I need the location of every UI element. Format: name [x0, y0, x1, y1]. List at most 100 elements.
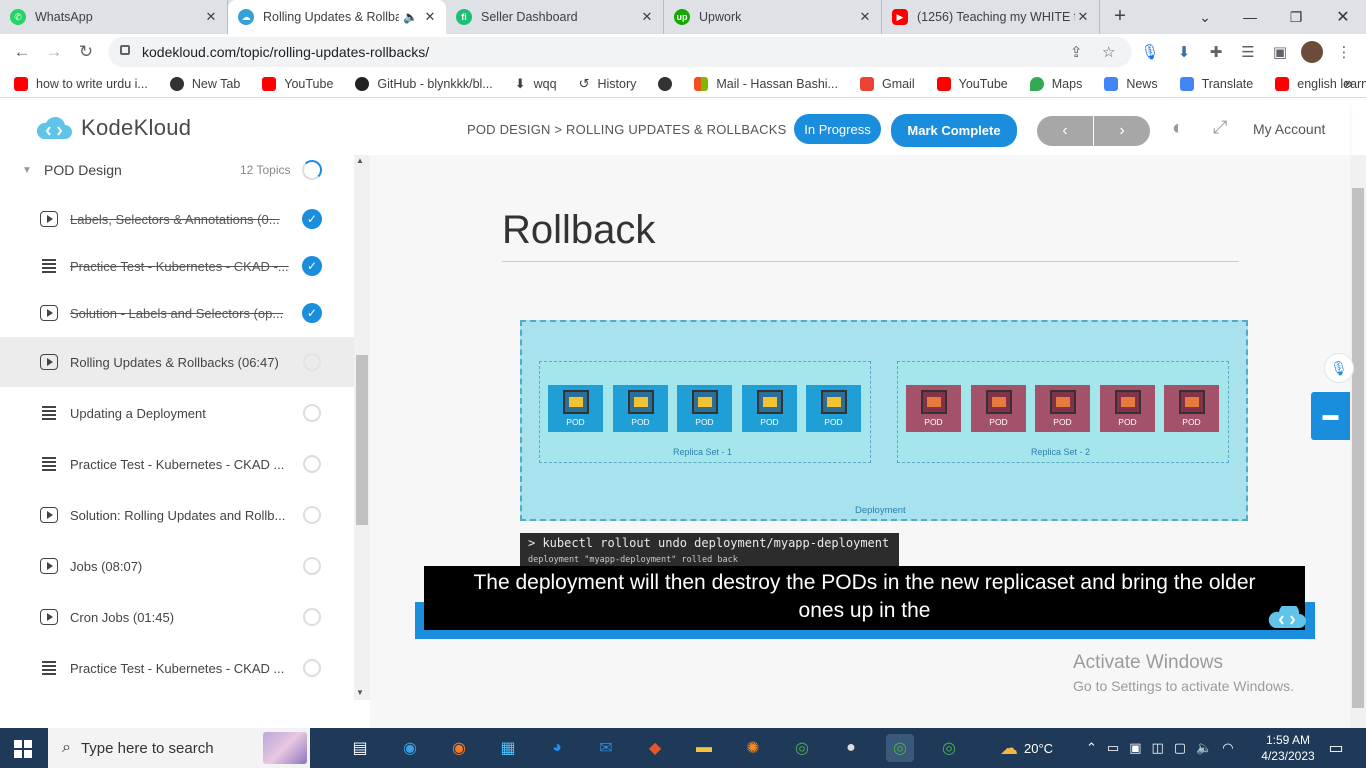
restore-button[interactable]: ❐	[1280, 0, 1312, 34]
firefox-icon[interactable]: ◉	[445, 734, 473, 762]
bookmark-item[interactable]: Maps	[1016, 76, 1091, 91]
dark-mode-icon[interactable]: ◐	[1172, 117, 1184, 140]
sidebar-scrollbar-thumb[interactable]	[356, 355, 368, 525]
profile-avatar[interactable]	[1301, 41, 1323, 63]
kodekloud-logo[interactable]: KodeKloud	[35, 115, 191, 141]
system-tray[interactable]: ⌃ ▭ ▣ ◫ ▢ 🔈 ◠	[1086, 728, 1244, 768]
bookmark-item[interactable]: News	[1090, 76, 1165, 91]
lesson-item-current[interactable]: Rolling Updates & Rollbacks (06:47)	[0, 337, 354, 387]
bookmark-item[interactable]: ↺ History	[565, 76, 645, 92]
weather-widget[interactable]: ☁ 20°C	[1000, 728, 1053, 768]
fullscreen-icon[interactable]: ⤢	[1213, 117, 1227, 138]
store-icon[interactable]: ▦	[494, 734, 522, 762]
next-lesson-button[interactable]: ›	[1094, 116, 1150, 146]
scroll-down-arrow-icon[interactable]: ▼	[356, 688, 364, 697]
bookmark-item[interactable]: Mail - Hassan Bashi...	[680, 76, 846, 91]
globe-icon	[169, 76, 184, 91]
forward-button[interactable]: →	[38, 36, 70, 68]
settings-app-icon[interactable]: ✺	[739, 734, 767, 762]
mute-icon[interactable]: 🔈	[403, 10, 418, 24]
task-view-icon[interactable]: ▤	[346, 734, 374, 762]
bookmark-item[interactable]: Gmail	[846, 76, 923, 91]
wifi-icon[interactable]: ◠	[1222, 740, 1243, 756]
close-tab-icon[interactable]: ✕	[1075, 9, 1091, 25]
close-tab-icon[interactable]: ✕	[639, 9, 655, 25]
media-control-icon[interactable]: ☰	[1238, 42, 1258, 62]
lesson-item[interactable]: Cron Jobs (01:45)	[0, 592, 354, 642]
side-panel-icon[interactable]: ▣	[1270, 42, 1290, 62]
mail-icon[interactable]: ✉	[592, 734, 620, 762]
lesson-item[interactable]: Updating a Deployment	[0, 388, 354, 438]
browser-menu-icon[interactable]: ⋮	[1334, 42, 1354, 62]
more-bookmarks-icon[interactable]: »	[1330, 75, 1361, 93]
bookmark-item[interactable]: how to write urdu i...	[0, 76, 156, 91]
extension-download-icon[interactable]: ⬇	[1174, 42, 1194, 62]
voice-mic-icon[interactable]: 🎙	[1324, 353, 1354, 383]
mark-complete-button[interactable]: Mark Complete	[891, 114, 1017, 147]
volume-icon[interactable]: 🔈	[1196, 740, 1222, 756]
chrome-profile-h-icon[interactable]: ◎	[935, 734, 963, 762]
taskbar-search[interactable]: ⌕ Type here to search	[48, 728, 310, 768]
extensions-puzzle-icon[interactable]: ✚	[1206, 42, 1226, 62]
close-tab-icon[interactable]: ✕	[422, 9, 438, 25]
pod-icon: POD	[906, 385, 961, 432]
show-hidden-icons[interactable]: ⌃	[1086, 740, 1107, 756]
breadcrumb[interactable]: POD DESIGN > ROLLING UPDATES & ROLLBACKS	[467, 122, 787, 137]
bookmark-item[interactable]: New Tab	[156, 76, 248, 91]
file-explorer-icon[interactable]: ▬	[690, 734, 718, 762]
bookmark-item[interactable]	[644, 76, 680, 91]
camera-icon[interactable]: ▢	[1174, 740, 1196, 756]
fiverr-icon: fi	[456, 9, 472, 25]
app-icon[interactable]: ◆	[641, 734, 669, 762]
prev-lesson-button[interactable]: ‹	[1037, 116, 1093, 146]
extension-mic-icon[interactable]: 🎙	[1140, 42, 1160, 62]
in-progress-badge[interactable]: In Progress	[794, 114, 881, 144]
scroll-up-arrow-icon[interactable]: ▲	[356, 156, 364, 165]
new-tab-button[interactable]: +	[1100, 0, 1140, 34]
lesson-item[interactable]: Labels, Selectors & Annotations (0... ✓	[0, 194, 354, 244]
network-icon[interactable]: ▭	[1107, 740, 1129, 756]
tab-upwork[interactable]: up Upwork ✕	[664, 0, 882, 34]
my-account-link[interactable]: My Account	[1253, 121, 1325, 137]
bookmark-star-icon[interactable]: ☆	[1102, 43, 1115, 61]
url-bar[interactable]: kodekloud.com/topic/rolling-updates-roll…	[108, 37, 1132, 67]
bookmark-item[interactable]: Translate	[1166, 76, 1262, 91]
chat-support-button[interactable]: ▬	[1311, 392, 1350, 440]
tab-kodekloud[interactable]: ☁ Rolling Updates & Rollba 🔈 ✕	[228, 0, 446, 34]
page-scrollbar-thumb[interactable]	[1352, 188, 1364, 708]
close-tab-icon[interactable]: ✕	[857, 9, 873, 25]
lesson-item[interactable]: Practice Test - Kubernetes - CKAD ...	[0, 439, 354, 489]
close-window-button[interactable]: ✕	[1326, 0, 1360, 34]
notifications-icon[interactable]: ▭	[1322, 734, 1350, 762]
bookmark-item[interactable]: YouTube	[923, 76, 1016, 91]
lock-icon[interactable]	[120, 45, 130, 55]
telephony-icon[interactable]: ◕	[543, 734, 571, 762]
close-tab-icon[interactable]: ✕	[203, 9, 219, 25]
windows-start-button[interactable]	[14, 740, 32, 758]
display-icon[interactable]: ▣	[1129, 740, 1151, 756]
collapse-caret-icon[interactable]: ▼	[22, 165, 32, 176]
usb-icon[interactable]: ◫	[1152, 740, 1174, 756]
clock[interactable]: 1:59 AM 4/23/2023	[1256, 732, 1320, 764]
tab-youtube[interactable]: ▶ (1256) Teaching my WHITE fr ✕	[882, 0, 1100, 34]
lesson-item[interactable]: Practice Test - Kubernetes - CKAD ...	[0, 643, 354, 693]
lesson-item[interactable]: Solution: Rolling Updates and Rollb...	[0, 490, 354, 540]
bookmark-item[interactable]: GitHub - blynkkk/bl...	[341, 76, 500, 91]
back-button[interactable]: ←	[6, 36, 38, 68]
bookmark-item[interactable]: ⬇ wqq	[501, 76, 565, 92]
minimize-button[interactable]: —	[1234, 0, 1266, 34]
lesson-item[interactable]: Practice Test - Kubernetes - CKAD -... ✓	[0, 241, 354, 291]
chrome-icon[interactable]: ◎	[788, 734, 816, 762]
reload-button[interactable]: ↻	[70, 36, 102, 68]
tab-seller-dashboard[interactable]: fi Seller Dashboard ✕	[446, 0, 664, 34]
edge-icon[interactable]: ◉	[396, 734, 424, 762]
tab-whatsapp[interactable]: ✆ WhatsApp ✕	[0, 0, 228, 34]
lesson-item[interactable]: Solution - Labels and Selectors (op... ✓	[0, 288, 354, 338]
lesson-item[interactable]: Jobs (08:07)	[0, 541, 354, 591]
tab-search-icon[interactable]: ⌄	[1190, 0, 1220, 34]
bookmark-item[interactable]: YouTube	[248, 76, 341, 91]
section-header-pod-design[interactable]: ▼ POD Design 12 Topics	[0, 155, 354, 185]
share-icon[interactable]: ⇪	[1070, 43, 1083, 61]
obs-icon[interactable]: ●	[837, 734, 865, 762]
chrome-profile-icon[interactable]: ◎	[886, 734, 914, 762]
